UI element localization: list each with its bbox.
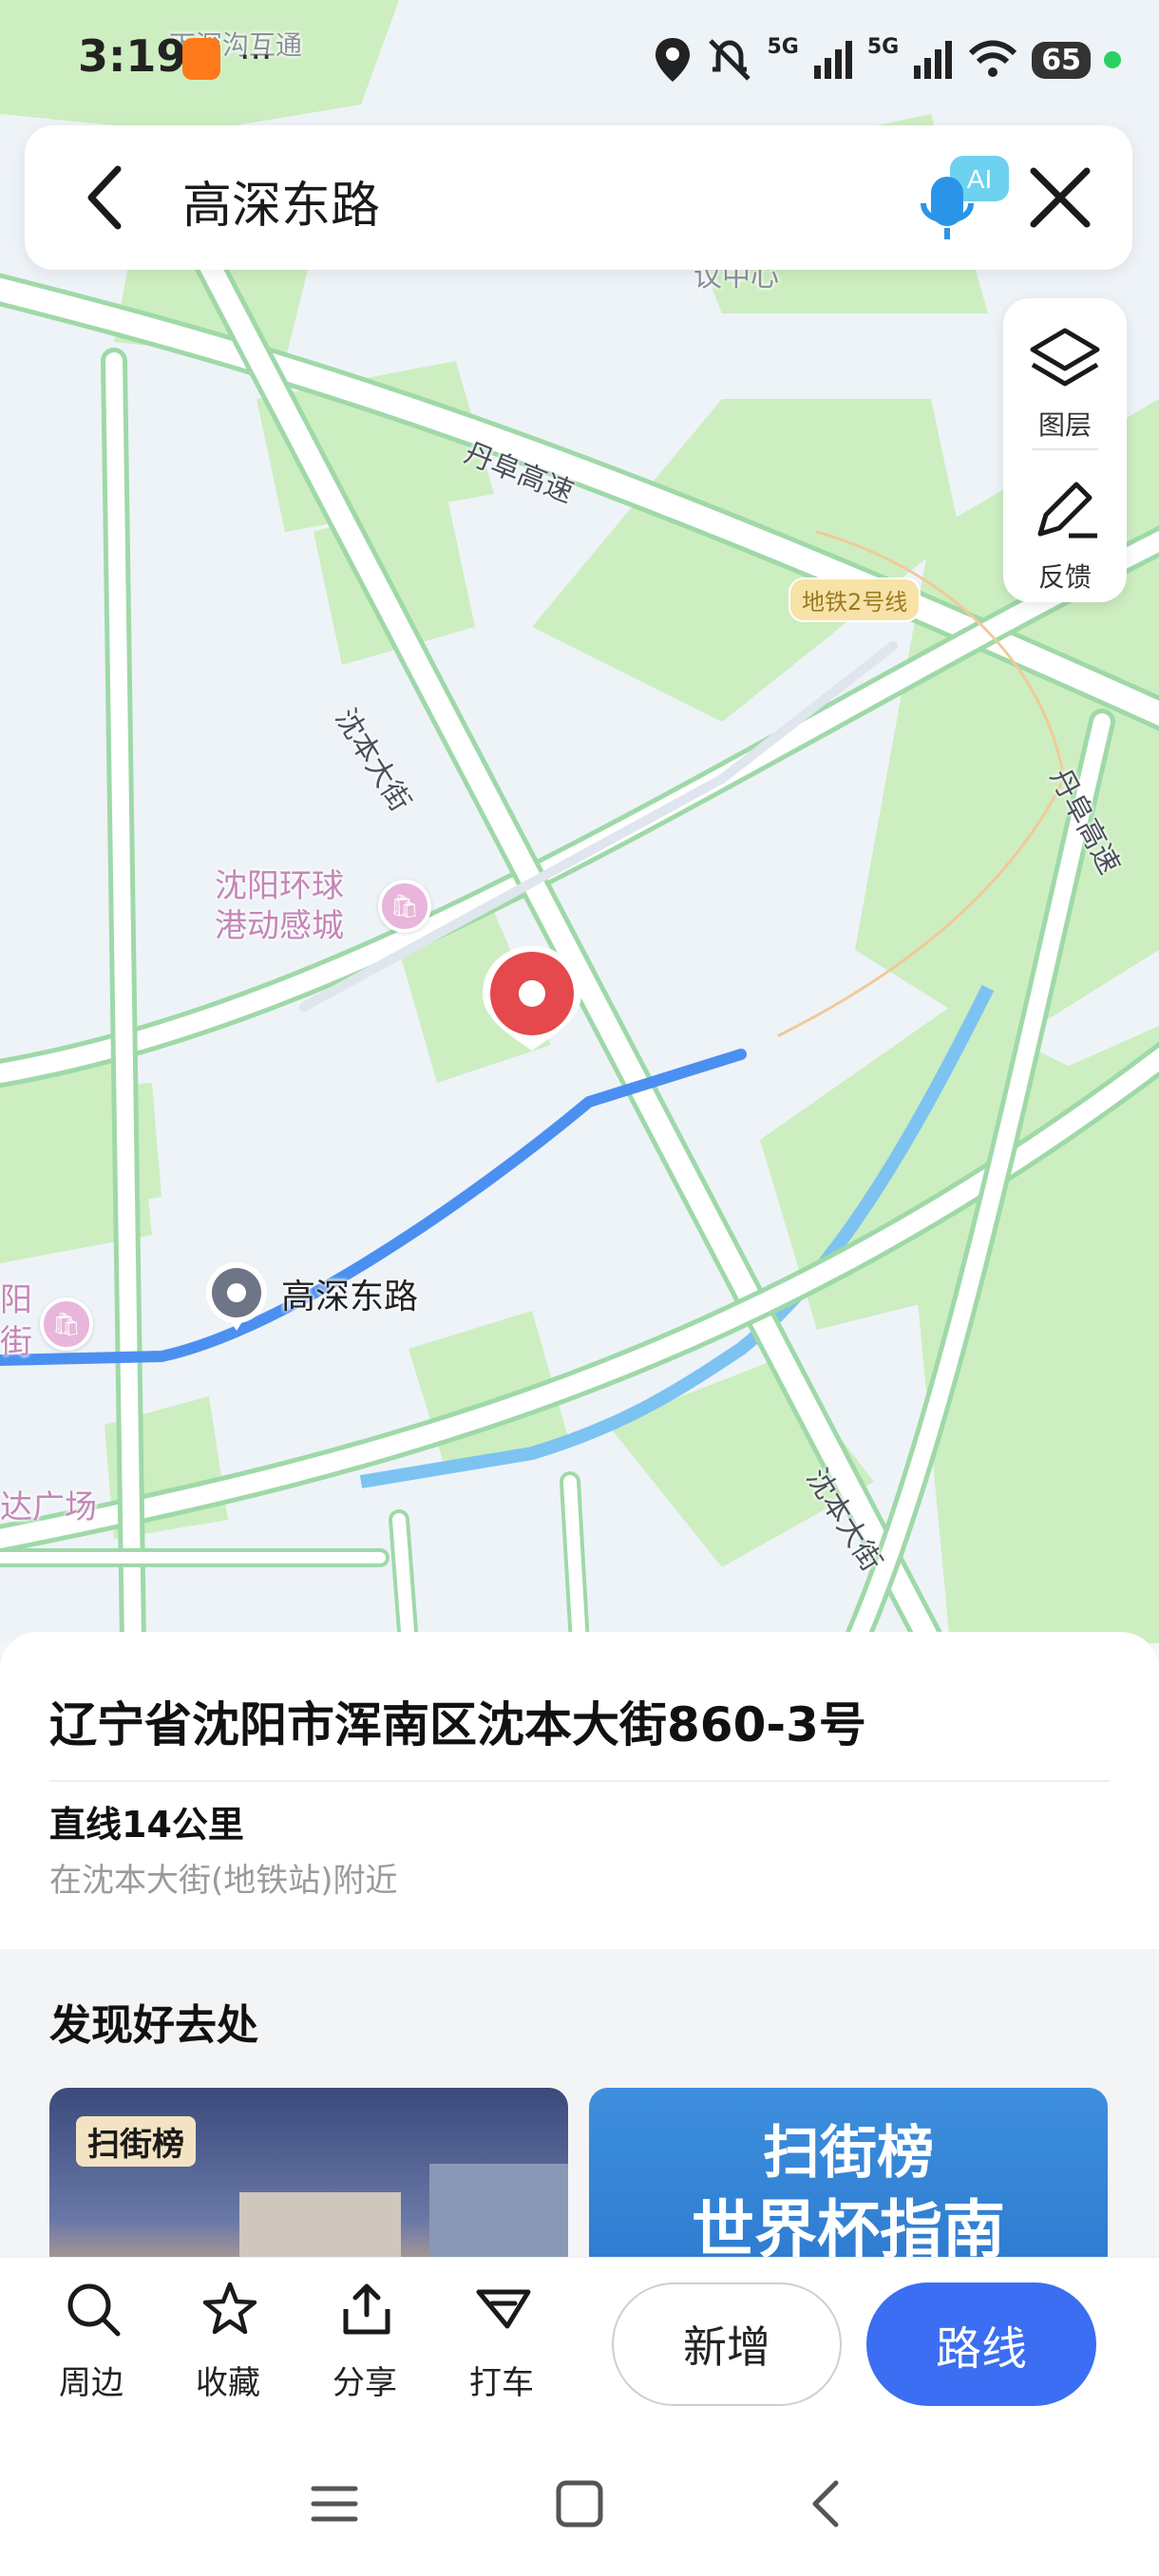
search-icon [67,2283,121,2337]
route-button[interactable]: 路线 [866,2282,1096,2406]
favorite-button[interactable]: 收藏 [171,2277,285,2410]
add-button[interactable]: 新增 [612,2282,842,2406]
menu-icon[interactable] [306,2475,363,2532]
ai-badge-label: AI [967,164,992,194]
status-bar: 3:19 ··· 5G 5G 65 [0,0,1159,122]
signal-type-1: 5G [767,34,799,59]
nearby-landmark: 在沈本大街(地铁站)附近 [49,1862,398,1900]
action-bar: 周边 收藏 分享 打车 新增 路线 [0,2257,1159,2430]
map-label-left-edge2: 街 [0,1323,32,1361]
layers-label: 图层 [1037,409,1092,441]
subway-line-tag: 地铁2号线 [788,578,922,622]
signal-type-2: 5G [866,34,900,59]
status-time: 3:19 [78,30,187,82]
shopping-bag-icon: 🛍 [40,1297,93,1351]
shopping-bag-icon: 🛍 [378,880,431,933]
battery-level: 65 [1032,41,1091,79]
ai-voice-button[interactable]: AI [918,148,1013,243]
signal-icon [914,41,953,79]
edit-pen-icon [1037,482,1097,539]
layers-button[interactable]: 图层 [1003,310,1127,452]
taxi-button[interactable]: 打车 [445,2277,559,2410]
map-side-tools: 图层 反馈 [1003,298,1127,602]
more-notifications-icon: ··· [239,38,273,77]
discover-card-ranking[interactable]: 扫街榜 [49,2088,568,2278]
poi-pin-icon[interactable] [203,1260,270,1332]
mute-icon [708,39,750,81]
share-icon [343,2283,390,2335]
mall-name-line1: 沈阳环球 [215,867,344,905]
home-icon[interactable] [551,2475,608,2532]
star-icon [202,2282,257,2335]
mall-name-line2: 港动感城 [215,907,344,945]
back-arrow-icon[interactable] [68,160,144,236]
ranking-tag: 扫街榜 [76,2116,196,2167]
poi-label[interactable]: 高深东路 [281,1269,418,1318]
favorite-label: 收藏 [196,2364,260,2402]
discover-card-worldcup[interactable]: 扫街榜 世界杯指南 [589,2088,1108,2278]
map-label-left-edge1: 阳 [0,1281,32,1319]
nearby-label: 周边 [59,2364,124,2402]
close-icon[interactable] [1020,158,1100,237]
straight-distance: 直线14公里 [49,1804,244,1846]
active-indicator-dot [1104,51,1121,68]
wifi-icon [969,40,1017,77]
feedback-label: 反馈 [1037,561,1092,593]
card-title-line1: 扫街榜 [763,2120,934,2187]
map-label-left-mall: 达广场 [0,1488,97,1526]
search-bar[interactable]: 高深东路 AI [25,125,1132,270]
taxi-label: 打车 [469,2364,534,2402]
location-icon [655,38,690,82]
app-notification-icon [182,38,220,80]
layers-icon [1030,328,1100,387]
share-button[interactable]: 分享 [308,2277,422,2410]
divider [49,1780,1110,1782]
nearby-button[interactable]: 周边 [34,2277,148,2410]
back-icon[interactable] [798,2475,855,2532]
discover-title: 发现好去处 [49,2001,258,2050]
ai-microphone-icon: AI [921,156,1009,239]
divider [1032,448,1098,450]
system-nav-bar [0,2430,1159,2576]
taxi-icon [476,2289,531,2329]
signal-icon [813,41,852,79]
status-icons: 5G 5G 65 [654,34,1121,84]
feedback-button[interactable]: 反馈 [1003,462,1127,604]
share-label: 分享 [332,2364,397,2402]
selected-location-pin-icon[interactable] [475,940,589,1054]
place-address: 辽宁省沈阳市浑南区沈本大街860-3号 [49,1697,866,1752]
search-input[interactable]: 高深东路 [182,165,380,237]
